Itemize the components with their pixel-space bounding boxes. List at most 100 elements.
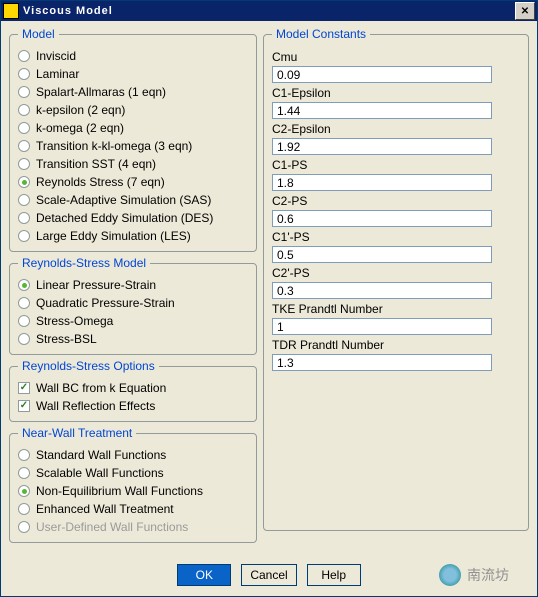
- nwt-group: Near-Wall Treatment Standard Wall Functi…: [9, 426, 257, 543]
- model-option-2[interactable]: Spalart-Allmaras (1 eqn): [18, 83, 250, 101]
- const-input-2[interactable]: [272, 138, 492, 155]
- radio-icon: [18, 333, 30, 345]
- model-option-label: k-omega (2 eqn): [36, 121, 124, 135]
- model-option-10[interactable]: Large Eddy Simulation (LES): [18, 227, 250, 245]
- model-option-label: Laminar: [36, 67, 79, 81]
- rso-legend: Reynolds-Stress Options: [18, 359, 159, 373]
- const-label-4: C2-PS: [272, 194, 522, 208]
- const-label-0: Cmu: [272, 50, 522, 64]
- nwt-option-label: Scalable Wall Functions: [36, 466, 164, 480]
- model-option-label: Reynolds Stress (7 eqn): [36, 175, 165, 189]
- model-option-label: Large Eddy Simulation (LES): [36, 229, 191, 243]
- rsm-option-3[interactable]: Stress-BSL: [18, 330, 250, 348]
- nwt-option-label: Standard Wall Functions: [36, 448, 166, 462]
- rsm-option-2[interactable]: Stress-Omega: [18, 312, 250, 330]
- model-option-0[interactable]: Inviscid: [18, 47, 250, 65]
- model-option-5[interactable]: Transition k-kl-omega (3 eqn): [18, 137, 250, 155]
- button-bar: OK Cancel Help: [1, 564, 537, 586]
- titlebar: Viscous Model ✕: [1, 1, 537, 21]
- radio-icon: [18, 521, 30, 533]
- radio-icon: [18, 485, 30, 497]
- const-input-0[interactable]: [272, 66, 492, 83]
- model-option-label: Inviscid: [36, 49, 76, 63]
- radio-icon: [18, 315, 30, 327]
- rsm-option-label: Stress-BSL: [36, 332, 97, 346]
- nwt-option-label: User-Defined Wall Functions: [36, 520, 188, 534]
- radio-icon: [18, 212, 30, 224]
- rso-option-label: Wall Reflection Effects: [36, 399, 155, 413]
- nwt-option-3[interactable]: Enhanced Wall Treatment: [18, 500, 250, 518]
- rso-option-0[interactable]: Wall BC from k Equation: [18, 379, 250, 397]
- radio-icon: [18, 104, 30, 116]
- rsm-group: Reynolds-Stress Model Linear Pressure-St…: [9, 256, 257, 355]
- const-input-7[interactable]: [272, 318, 492, 335]
- model-option-label: Transition SST (4 eqn): [36, 157, 156, 171]
- rsm-option-label: Quadratic Pressure-Strain: [36, 296, 175, 310]
- radio-icon: [18, 503, 30, 515]
- model-option-label: Scale-Adaptive Simulation (SAS): [36, 193, 211, 207]
- constants-group: Model Constants Cmu C1-Epsilon C2-Epsilon C…: [263, 27, 529, 531]
- model-option-label: Spalart-Allmaras (1 eqn): [36, 85, 166, 99]
- nwt-option-label: Enhanced Wall Treatment: [36, 502, 174, 516]
- radio-icon: [18, 140, 30, 152]
- nwt-option-0[interactable]: Standard Wall Functions: [18, 446, 250, 464]
- right-column: Model Constants Cmu C1-Epsilon C2-Epsilon C…: [263, 27, 529, 543]
- radio-icon: [18, 176, 30, 188]
- close-button[interactable]: ✕: [515, 2, 535, 20]
- model-option-4[interactable]: k-omega (2 eqn): [18, 119, 250, 137]
- const-label-2: C2-Epsilon: [272, 122, 522, 136]
- const-label-8: TDR Prandtl Number: [272, 338, 522, 352]
- radio-icon: [18, 50, 30, 62]
- model-option-label: k-epsilon (2 eqn): [36, 103, 125, 117]
- const-label-5: C1'-PS: [272, 230, 522, 244]
- const-label-6: C2'-PS: [272, 266, 522, 280]
- app-icon: [3, 3, 19, 19]
- radio-icon: [18, 158, 30, 170]
- viscous-model-dialog: Viscous Model ✕ Model Inviscid Laminar Spa…: [0, 0, 538, 597]
- rsm-option-0[interactable]: Linear Pressure-Strain: [18, 276, 250, 294]
- nwt-option-1[interactable]: Scalable Wall Functions: [18, 464, 250, 482]
- cancel-button[interactable]: Cancel: [241, 564, 296, 586]
- rso-option-label: Wall BC from k Equation: [36, 381, 166, 395]
- content-area: Model Inviscid Laminar Spalart-Allmaras (1…: [1, 21, 537, 545]
- rsm-option-label: Linear Pressure-Strain: [36, 278, 156, 292]
- radio-icon: [18, 449, 30, 461]
- nwt-option-4: User-Defined Wall Functions: [18, 518, 250, 536]
- ok-button[interactable]: OK: [177, 564, 231, 586]
- radio-icon: [18, 230, 30, 242]
- rsm-legend: Reynolds-Stress Model: [18, 256, 150, 270]
- const-input-8[interactable]: [272, 354, 492, 371]
- model-option-6[interactable]: Transition SST (4 eqn): [18, 155, 250, 173]
- model-option-label: Transition k-kl-omega (3 eqn): [36, 139, 192, 153]
- model-legend: Model: [18, 27, 59, 41]
- const-label-7: TKE Prandtl Number: [272, 302, 522, 316]
- rsm-option-label: Stress-Omega: [36, 314, 113, 328]
- radio-icon: [18, 279, 30, 291]
- const-input-4[interactable]: [272, 210, 492, 227]
- const-input-1[interactable]: [272, 102, 492, 119]
- constants-legend: Model Constants: [272, 27, 370, 41]
- model-option-8[interactable]: Scale-Adaptive Simulation (SAS): [18, 191, 250, 209]
- model-option-9[interactable]: Detached Eddy Simulation (DES): [18, 209, 250, 227]
- model-group: Model Inviscid Laminar Spalart-Allmaras (1…: [9, 27, 257, 252]
- radio-icon: [18, 122, 30, 134]
- const-input-3[interactable]: [272, 174, 492, 191]
- const-label-1: C1-Epsilon: [272, 86, 522, 100]
- checkbox-icon: [18, 382, 30, 394]
- radio-icon: [18, 86, 30, 98]
- nwt-option-2[interactable]: Non-Equilibrium Wall Functions: [18, 482, 250, 500]
- rso-group: Reynolds-Stress Options Wall BC from k E…: [9, 359, 257, 422]
- nwt-legend: Near-Wall Treatment: [18, 426, 136, 440]
- radio-icon: [18, 297, 30, 309]
- model-option-3[interactable]: k-epsilon (2 eqn): [18, 101, 250, 119]
- model-option-7[interactable]: Reynolds Stress (7 eqn): [18, 173, 250, 191]
- nwt-option-label: Non-Equilibrium Wall Functions: [36, 484, 203, 498]
- model-option-1[interactable]: Laminar: [18, 65, 250, 83]
- const-input-5[interactable]: [272, 246, 492, 263]
- left-column: Model Inviscid Laminar Spalart-Allmaras (1…: [9, 27, 257, 543]
- rsm-option-1[interactable]: Quadratic Pressure-Strain: [18, 294, 250, 312]
- const-input-6[interactable]: [272, 282, 492, 299]
- radio-icon: [18, 194, 30, 206]
- help-button[interactable]: Help: [307, 564, 361, 586]
- rso-option-1[interactable]: Wall Reflection Effects: [18, 397, 250, 415]
